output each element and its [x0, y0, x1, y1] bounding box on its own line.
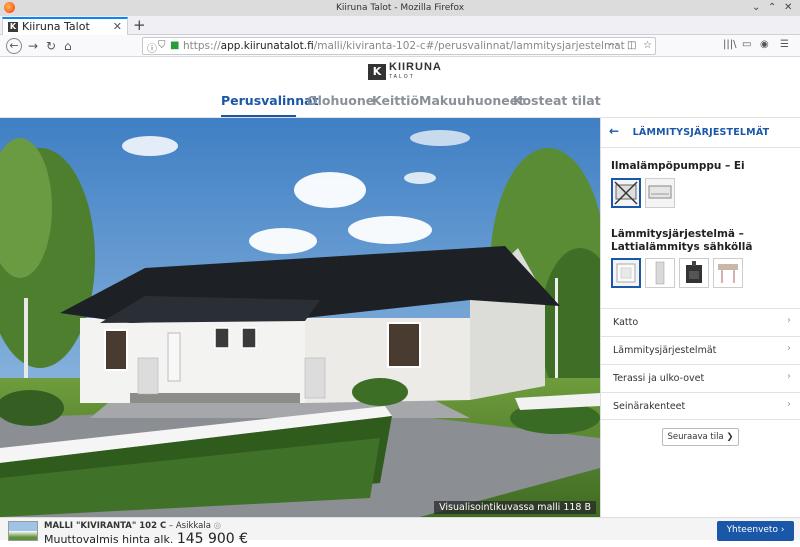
price-info: Muuttovalmis hinta alk. 145 900 €	[44, 531, 248, 547]
radiator-icon	[655, 261, 665, 285]
kiiruna-logo[interactable]: K KIIRUNA TALOT	[368, 62, 442, 81]
pocket-icon[interactable]: ◫	[627, 40, 636, 51]
forward-button[interactable]: →	[28, 38, 38, 54]
panel-header: ← LÄMMITYSJÄRJESTELMÄT	[601, 118, 800, 148]
accordion-terassi-ja-ulko-ovet[interactable]: Terassi ja ulko-ovet ›	[601, 364, 800, 392]
model-location: – Asikkala	[168, 521, 211, 531]
url-bar[interactable]: ⓘ ⛉ ■ https://app.kiirunatalot.fi/malli/…	[142, 37, 656, 55]
config-panel: ← LÄMMITYSJÄRJESTELMÄT Ilmalämpöpumppu –…	[600, 118, 800, 517]
accordion-label: Seinärakenteet	[613, 401, 686, 412]
chevron-right-icon: ›	[787, 315, 791, 326]
library-icon[interactable]: |||\	[723, 39, 736, 50]
price-value: 145 900 €	[176, 531, 249, 547]
tab-label: Kiiruna Talot	[22, 20, 90, 33]
bookmark-star-icon[interactable]: ☆	[643, 40, 652, 51]
accordion-label: Terassi ja ulko-ovet	[613, 373, 705, 384]
summary-bar: MALLI "KIVIRANTA" 102 C – Asikkala ◎ Muu…	[0, 517, 800, 547]
model-thumbnail	[8, 521, 38, 541]
new-tab-button[interactable]: +	[133, 16, 146, 34]
accordion-lammitysjarjestelmat[interactable]: Lämmitysjärjestelmät ›	[601, 336, 800, 364]
info-icon[interactable]: ◎	[214, 521, 221, 531]
summary-button[interactable]: Yhteenveto ›	[717, 521, 794, 541]
account-icon[interactable]: ◉	[760, 39, 769, 50]
close-tab-icon[interactable]: ✕	[113, 20, 122, 33]
page-actions-icon[interactable]: ···	[609, 40, 619, 51]
heating-option-radiator[interactable]	[645, 258, 675, 288]
air-heat-pump-icon	[648, 185, 672, 199]
tab-strip: K Kiiruna Talot ✕ +	[0, 16, 800, 35]
info-icon[interactable]: ⓘ	[147, 40, 157, 55]
menu-icon[interactable]: ☰	[780, 39, 789, 50]
kiiruna-favicon-icon: K	[8, 22, 18, 32]
url-text[interactable]: https://app.kiirunatalot.fi/malli/kivira…	[183, 40, 625, 52]
model-name: MALLI "KIVIRANTA" 102 C	[44, 521, 167, 531]
accordion-katto[interactable]: Katto ›	[601, 308, 800, 336]
heat-pump-section-title: Ilmalämpöpumppu – Ei	[611, 160, 745, 172]
accordion-seinarakenteet[interactable]: Seinärakenteet ›	[601, 392, 800, 420]
site-header: K KIIRUNA TALOT Perusvalinnat Olohuone Ke…	[0, 57, 800, 118]
logo-mark-icon: K	[368, 64, 386, 80]
panel-title: LÄMMITYSJÄRJESTELMÄT	[632, 127, 770, 138]
heat-pump-option-none[interactable]	[611, 178, 641, 208]
visualization-caption: Visualisointikuvassa malli 118 B	[434, 501, 596, 514]
chevron-right-icon: ›	[787, 371, 791, 382]
accordion-label: Lämmitysjärjestelmät	[613, 345, 717, 356]
nav-keittio[interactable]: Keittiö	[372, 93, 419, 108]
no-heat-pump-icon	[614, 181, 638, 205]
browser-tab[interactable]: K Kiiruna Talot ✕	[2, 17, 128, 35]
back-button[interactable]: ←	[6, 38, 22, 54]
chevron-right-icon: ›	[787, 343, 791, 354]
main-nav: Perusvalinnat Olohuone Keittiö Makuuhuon…	[0, 93, 800, 117]
lock-icon[interactable]: ■	[170, 40, 179, 51]
reload-button[interactable]: ↻	[46, 38, 56, 54]
fireplace-icon	[686, 261, 702, 283]
nav-olohuone[interactable]: Olohuone	[307, 93, 374, 108]
heat-pump-option-unit[interactable]	[645, 178, 675, 208]
accordion-label: Katto	[613, 317, 639, 328]
floor-heating-icon	[616, 263, 636, 283]
heating-option-water-heater[interactable]	[713, 258, 743, 288]
logo-subtext: TALOT	[389, 74, 415, 80]
house-visualization: Visualisointikuvassa malli 118 B	[0, 118, 600, 517]
chevron-right-icon: ›	[787, 399, 791, 410]
active-nav-underline	[221, 115, 296, 117]
water-heating-icon	[718, 264, 738, 283]
nav-toolbar: ← → ↻ ⌂ ⓘ ⛉ ■ https://app.kiirunatalot.f…	[0, 35, 800, 57]
next-room-button[interactable]: Seuraava tila ❯	[662, 428, 739, 446]
minimize-icon[interactable]: ⌄	[752, 2, 760, 14]
close-window-icon[interactable]: ✕	[784, 2, 792, 14]
tracking-shield-icon[interactable]: ⛉	[158, 40, 166, 51]
sidebar-icon[interactable]: ▭	[742, 39, 751, 50]
model-info: MALLI "KIVIRANTA" 102 C – Asikkala ◎	[44, 521, 221, 531]
heating-option-floor-electric[interactable]	[611, 258, 641, 288]
window-titlebar: Kiiruna Talot - Mozilla Firefox ⌄ ⌃ ✕	[0, 0, 800, 16]
home-button[interactable]: ⌂	[64, 38, 72, 54]
heating-option-fireplace[interactable]	[679, 258, 709, 288]
nav-perusvalinnat[interactable]: Perusvalinnat	[221, 93, 319, 108]
maximize-icon[interactable]: ⌃	[768, 2, 776, 14]
heating-system-section-title: Lämmitysjärjestelmä – Lattialämmitys säh…	[611, 228, 753, 253]
nav-kosteat-tilat[interactable]: Kosteat tilat	[513, 93, 601, 108]
house-render-image	[0, 118, 600, 517]
nav-makuuhuoneet[interactable]: Makuuhuoneet	[419, 93, 524, 108]
window-title: Kiiruna Talot - Mozilla Firefox	[335, 3, 465, 13]
